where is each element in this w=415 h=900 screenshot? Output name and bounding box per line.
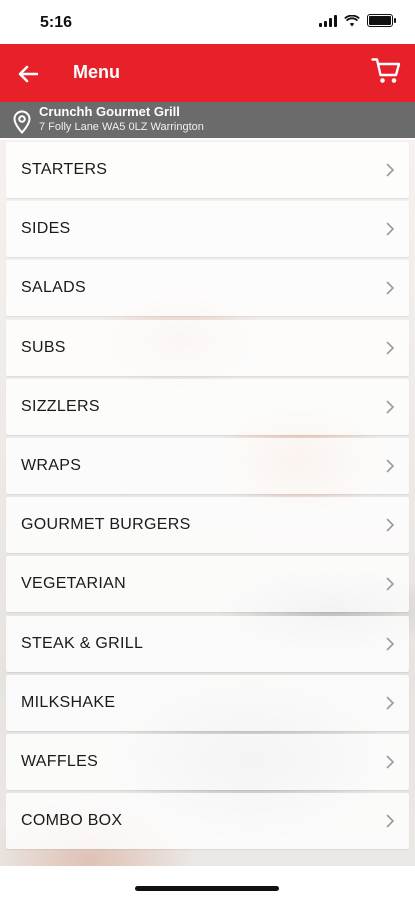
menu-item-combo-box[interactable]: COMBO BOX — [6, 793, 409, 850]
back-button[interactable] — [14, 60, 42, 88]
status-bar: 5:16 — [0, 0, 415, 44]
status-time: 5:16 — [40, 14, 73, 31]
menu-item-label: WRAPS — [21, 456, 82, 474]
chevron-right-icon — [386, 222, 395, 236]
menu-item-label: SIZZLERS — [21, 397, 100, 415]
page-title: Menu — [73, 62, 120, 82]
chevron-right-icon — [386, 282, 395, 295]
restaurant-address: 7 Folly Lane WA5 0LZ Warrington — [39, 121, 204, 133]
menu-item-wraps[interactable]: WRAPS — [6, 437, 409, 494]
menu-item-milkshake[interactable]: MILKSHAKE — [6, 674, 409, 731]
battery-icon — [367, 14, 396, 27]
bottom-safe-area — [0, 866, 415, 900]
menu-item-label: VEGETARIAN — [21, 575, 126, 593]
status-icons — [319, 14, 396, 27]
menu-item-subs[interactable]: SUBS — [6, 319, 409, 376]
wifi-icon — [344, 14, 360, 26]
chevron-right-icon — [386, 459, 395, 473]
menu-item-label: SUBS — [21, 338, 66, 356]
menu-item-sizzlers[interactable]: SIZZLERS — [6, 378, 409, 435]
menu-item-label: SIDES — [21, 220, 71, 238]
menu-item-steak-grill[interactable]: STEAK & GRILL — [6, 615, 409, 672]
menu-item-vegetarian[interactable]: VEGETARIAN — [6, 556, 409, 613]
restaurant-name: Crunchh Gourmet Grill — [39, 104, 180, 119]
menu-item-gourmet-burgers[interactable]: GOURMET BURGERS — [6, 497, 409, 554]
menu-item-label: GOURMET BURGERS — [21, 516, 191, 534]
menu-item-label: MILKSHAKE — [21, 693, 116, 711]
chevron-right-icon — [386, 578, 395, 591]
menu-category-list: STARTERS SIDES SALADS SUBS SIZZLERS WRAP… — [6, 142, 409, 852]
menu-item-label: STEAK & GRILL — [21, 634, 144, 652]
cart-button[interactable] — [371, 57, 403, 89]
chevron-right-icon — [386, 814, 395, 828]
chevron-right-icon — [386, 637, 395, 650]
arrow-left-icon — [18, 65, 38, 83]
menu-item-salads[interactable]: SALADS — [6, 260, 409, 317]
chevron-right-icon — [386, 341, 395, 354]
menu-item-label: WAFFLES — [21, 752, 99, 770]
chevron-right-icon — [386, 518, 395, 532]
menu-item-waffles[interactable]: WAFFLES — [6, 733, 409, 790]
home-indicator[interactable] — [135, 886, 279, 891]
chevron-right-icon — [386, 400, 395, 414]
menu-item-label: SALADS — [21, 279, 86, 297]
chevron-right-icon — [386, 696, 395, 709]
signal-icon — [319, 14, 337, 27]
chevron-right-icon — [386, 755, 395, 769]
location-bar: Crunchh Gourmet Grill 7 Folly Lane WA5 0… — [0, 102, 415, 138]
menu-item-starters[interactable]: STARTERS — [6, 142, 409, 198]
menu-item-label: COMBO BOX — [21, 812, 123, 830]
chevron-right-icon — [386, 163, 395, 177]
menu-item-label: STARTERS — [21, 161, 108, 178]
app-bar: Menu — [0, 44, 415, 102]
location-pin-icon — [13, 110, 31, 134]
cart-icon — [371, 58, 401, 83]
menu-item-sides[interactable]: SIDES — [6, 201, 409, 258]
